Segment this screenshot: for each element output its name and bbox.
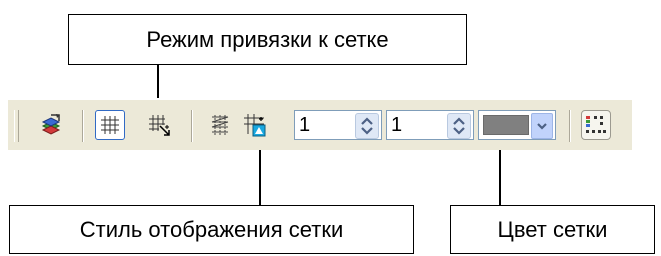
callout-display-style-text: Стиль отображения сетки — [79, 216, 344, 242]
grid-spacing-y-spinner[interactable]: 1 — [386, 110, 474, 140]
spin-updown-icon — [361, 117, 373, 135]
callout-grid-color: Цвет сетки — [450, 205, 655, 254]
grid-spacing-x-spinner[interactable]: 1 — [294, 110, 382, 140]
chevron-down-icon — [537, 123, 547, 130]
callout-style-line — [259, 150, 261, 205]
grid-properties-icon — [586, 116, 606, 133]
spinner-arrows[interactable] — [355, 113, 379, 139]
grid-properties-button[interactable] — [581, 110, 611, 140]
grid-origin-icon — [244, 114, 266, 137]
grid-spacing-x-value[interactable]: 1 — [299, 114, 310, 137]
spin-updown-icon — [453, 117, 465, 135]
grid-settings-button[interactable] — [35, 110, 65, 140]
grid-show-icon — [101, 116, 119, 134]
grid-color-swatch — [483, 115, 529, 135]
spinner-arrows[interactable] — [447, 113, 471, 139]
grid-settings-icon — [41, 114, 61, 135]
grid-spacing-y-value[interactable]: 1 — [391, 114, 402, 137]
grid-origin-button[interactable] — [240, 110, 270, 140]
callout-display-style: Стиль отображения сетки — [9, 205, 414, 254]
toolbar-separator — [82, 110, 84, 142]
callout-snap-mode-text: Режим привязки к сетке — [146, 26, 389, 52]
callout-color-line — [499, 150, 501, 205]
grid-style-icon — [211, 115, 229, 135]
show-grid-button[interactable] — [95, 110, 125, 140]
toolbar-separator — [191, 110, 193, 142]
grid-style-button[interactable] — [205, 110, 235, 140]
grid-toolbar: 1 1 — [8, 100, 632, 150]
toolbar-separator — [569, 110, 571, 142]
callout-snap-line — [157, 65, 159, 98]
callout-snap-mode: Режим привязки к сетке — [68, 14, 467, 65]
callout-grid-color-text: Цвет сетки — [497, 216, 608, 242]
snap-to-grid-button[interactable] — [144, 110, 174, 140]
grid-color-dropdown[interactable] — [478, 110, 556, 140]
toolbar-grip[interactable] — [14, 110, 19, 142]
dropdown-button[interactable] — [531, 113, 553, 139]
grid-snap-icon — [149, 115, 170, 136]
